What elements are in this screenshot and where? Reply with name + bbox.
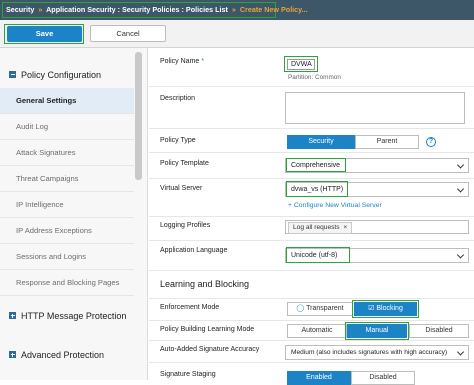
policy-name-label: Policy Name * [160, 58, 204, 65]
learning-mode-automatic[interactable]: Automatic [287, 324, 347, 338]
learning-mode-disabled[interactable]: Disabled [409, 324, 469, 338]
configure-virtual-server-link[interactable]: + Configure New Virtual Server [288, 202, 382, 209]
sidebar-item-sessions-and-logins[interactable]: Sessions and Logins [0, 244, 134, 270]
policy-form: Policy Name * DVWA Partition: Common Des… [149, 48, 474, 385]
signature-accuracy-value: Medium (also includes signatures with hi… [291, 349, 448, 356]
sidebar-section-advanced-protection[interactable]: Advanced Protection [9, 350, 104, 360]
breadcrumb-security[interactable]: Security [6, 5, 34, 14]
signature-staging-label: Signature Staging [160, 371, 216, 378]
enforcement-transparent-button[interactable]: ◯ Transparent [287, 302, 353, 316]
chevron-down-icon [456, 184, 465, 193]
sidebar-item-response-and-blocking-pages[interactable]: Response and Blocking Pages [0, 270, 134, 296]
learning-mode-label: Policy Building Learning Mode [160, 326, 255, 333]
expand-icon[interactable] [9, 351, 16, 359]
signature-staging-enabled[interactable]: Enabled [287, 371, 351, 385]
action-bar: Save Cancel [0, 20, 474, 48]
logging-profiles-label: Logging Profiles [160, 222, 211, 229]
sidebar-section-label: Policy Configuration [21, 70, 102, 80]
signature-accuracy-select[interactable]: Medium (also includes signatures with hi… [285, 345, 469, 360]
virtual-server-highlight [286, 181, 348, 197]
learning-mode-manual[interactable]: Manual [347, 324, 407, 338]
save-button[interactable]: Save [7, 26, 82, 42]
enforcement-transparent-label: Transparent [306, 305, 344, 312]
sidebar-section-http-message-protection[interactable]: HTTP Message Protection [9, 311, 135, 321]
row-policy-name: Policy Name * DVWA Partition: Common [149, 48, 474, 86]
sidebar-item-attack-signatures[interactable]: Attack Signatures [0, 140, 134, 166]
signature-staging-disabled[interactable]: Disabled [351, 371, 415, 385]
breadcrumb-policies-list[interactable]: Application Security : Security Policies… [46, 5, 228, 14]
expand-icon[interactable] [9, 312, 16, 320]
policy-template-highlight [286, 158, 346, 172]
row-logging-profiles: Logging Profiles Log all requests × [149, 216, 474, 240]
enforcement-blocking-label: Blocking [376, 305, 403, 312]
logging-profile-tag: Log all requests × [288, 222, 353, 234]
collapse-icon[interactable] [9, 71, 16, 79]
row-application-language: Application Language Unicode (utf-8) [149, 240, 474, 270]
sidebar-scrollbar[interactable] [135, 52, 142, 180]
policy-type-parent[interactable]: Parent [355, 135, 419, 149]
chevron-down-icon [456, 250, 465, 259]
enforcement-mode-label: Enforcement Mode [160, 304, 220, 311]
row-signature-staging: Signature Staging Enabled Disabled [149, 362, 474, 385]
description-input[interactable] [285, 92, 465, 124]
sidebar-item-threat-campaigns[interactable]: Threat Campaigns [0, 166, 134, 192]
application-language-label: Application Language [160, 247, 228, 254]
policy-type-label: Policy Type [160, 137, 196, 144]
sidebar-item-general-settings[interactable]: General Settings [0, 88, 134, 114]
policy-name-input[interactable]: DVWA [287, 59, 315, 70]
shield-outline-icon: ◯ [296, 305, 305, 312]
description-label: Description [160, 95, 196, 102]
sidebar: Policy Configuration General Settings Au… [0, 48, 148, 380]
partition-note: Partition: Common [288, 74, 341, 81]
sidebar-item-audit-log[interactable]: Audit Log [0, 114, 134, 140]
sidebar-item-ip-intelligence[interactable]: IP Intelligence [0, 192, 134, 218]
row-virtual-server: Virtual Server dvwa_vs (HTTP) + Configur… [149, 178, 474, 216]
row-description: Description [149, 86, 474, 128]
breadcrumb-bar: Security » Application Security : Securi… [0, 0, 474, 20]
row-signature-accuracy: Auto-Added Signature Accuracy Medium (al… [149, 340, 474, 362]
enforcement-blocking-button[interactable]: ☑ Blocking [354, 302, 417, 316]
breadcrumb-current: Create New Policy... [239, 5, 308, 14]
sidebar-section-label: HTTP Message Protection [21, 311, 127, 321]
breadcrumb-separator: » [231, 5, 236, 14]
row-learning-heading: Learning and Blocking [149, 270, 474, 298]
sidebar-item-ip-address-exceptions[interactable]: IP Address Exceptions [0, 218, 134, 244]
help-icon[interactable]: ? [426, 137, 436, 147]
policy-type-security[interactable]: Security [287, 135, 355, 149]
row-learning-mode: Policy Building Learning Mode Automatic … [149, 320, 474, 340]
row-enforcement-mode: Enforcement Mode ◯ Transparent ☑ Blockin… [149, 298, 474, 320]
virtual-server-label: Virtual Server [160, 185, 203, 192]
breadcrumb-separator: » [38, 5, 43, 14]
learning-and-blocking-heading: Learning and Blocking [160, 279, 250, 289]
sidebar-section-label: Advanced Protection [21, 350, 105, 360]
logging-profile-tag-label: Log all requests [293, 224, 340, 231]
cancel-button[interactable]: Cancel [90, 25, 166, 42]
policy-template-label: Policy Template [160, 160, 209, 167]
signature-accuracy-label: Auto-Added Signature Accuracy [160, 346, 260, 353]
breadcrumb: Security » Application Security : Securi… [6, 5, 308, 14]
sidebar-section-policy-configuration[interactable]: Policy Configuration [9, 70, 101, 80]
remove-tag-icon[interactable]: × [343, 224, 347, 231]
row-policy-type: Policy Type Security Parent ? [149, 128, 474, 152]
chevron-down-icon [456, 160, 465, 169]
row-policy-template: Policy Template Comprehensive [149, 152, 474, 178]
chevron-down-icon [456, 347, 465, 356]
application-language-highlight [286, 247, 350, 263]
shield-check-icon: ☑ [368, 305, 375, 312]
